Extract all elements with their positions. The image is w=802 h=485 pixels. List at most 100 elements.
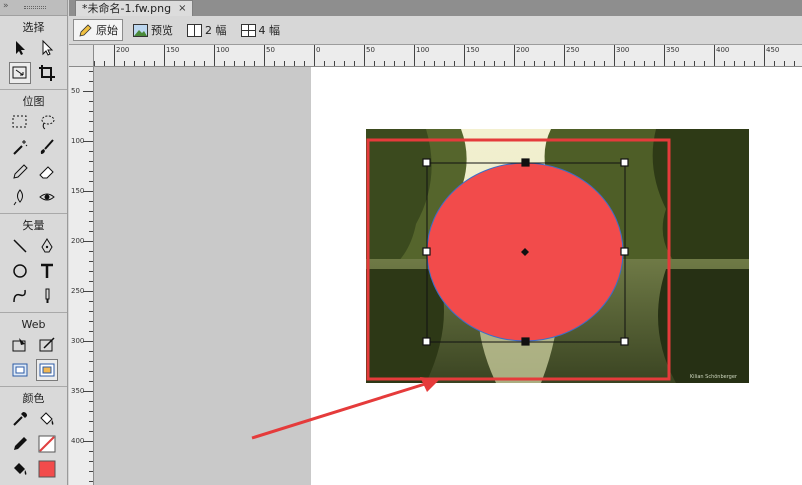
four-up-view-label: 4 幅	[258, 24, 281, 37]
ruler-minor-tick	[254, 61, 255, 66]
ruler-minor-tick	[274, 61, 275, 66]
preview-view-button[interactable]: 预览	[129, 19, 177, 41]
subselection-tool[interactable]	[36, 37, 58, 59]
ruler-minor-tick	[664, 45, 665, 66]
ruler-minor-tick	[244, 61, 245, 66]
scale-tool[interactable]	[8, 61, 31, 84]
lasso-tool[interactable]	[36, 111, 58, 133]
ruler-minor-tick	[284, 61, 285, 66]
hide-hotspots-button[interactable]	[9, 359, 31, 381]
document-tab-bar: *未命名-1.fw.png ×	[69, 0, 802, 16]
ruler-minor-tick	[89, 71, 93, 72]
ruler-minor-tick	[684, 61, 685, 66]
section-vector-label: 矢量	[22, 219, 45, 232]
ruler-minor-tick	[594, 61, 595, 66]
stroke-color-tool[interactable]	[9, 433, 31, 455]
brush-tool[interactable]	[36, 136, 58, 158]
ruler-minor-tick	[764, 45, 765, 66]
ruler-minor-tick	[124, 61, 125, 66]
pencil-tool[interactable]	[9, 161, 31, 183]
collapse-arrows-icon[interactable]: »	[3, 1, 9, 11]
slice-tool[interactable]	[36, 334, 58, 356]
ruler-minor-tick	[674, 61, 675, 66]
ruler-minor-tick	[104, 61, 105, 66]
ruler-minor-tick	[89, 351, 93, 352]
forest-lake-image	[366, 129, 749, 383]
ruler-minor-tick	[744, 61, 745, 66]
ruler-minor-tick	[83, 241, 93, 242]
forest-lake-photo[interactable]: Kilian Schönberger	[366, 129, 749, 383]
grip-icon	[24, 6, 46, 9]
pen-tool[interactable]	[36, 235, 58, 257]
subselect-icon	[42, 39, 54, 56]
ruler-minor-tick	[504, 61, 505, 66]
ruler-minor-tick	[434, 61, 435, 66]
ellipse-icon	[13, 263, 27, 278]
original-view-button[interactable]: 原始	[73, 19, 123, 41]
line-tool[interactable]	[9, 235, 31, 257]
ruler-minor-tick	[89, 461, 93, 462]
knife-tool[interactable]	[36, 285, 58, 307]
two-up-icon	[187, 23, 202, 37]
hotspot-tool[interactable]	[9, 334, 31, 356]
section-select-label: 选择	[22, 21, 45, 34]
ruler-label: 450	[766, 46, 780, 54]
ruler-minor-tick	[574, 61, 575, 66]
eyedropper-tool[interactable]	[9, 408, 31, 430]
fill-color-swatch[interactable]	[36, 458, 58, 480]
ruler-minor-tick	[89, 131, 93, 132]
ruler-minor-tick	[464, 45, 465, 66]
stroke-color-swatch[interactable]	[36, 433, 58, 455]
blur-tool[interactable]	[9, 186, 31, 208]
ruler-label: 200	[116, 46, 130, 54]
magic-wand-tool[interactable]	[9, 136, 31, 158]
two-up-view-button[interactable]: 2 幅	[183, 19, 231, 41]
ruler-minor-tick	[604, 61, 605, 66]
ruler-minor-tick	[89, 231, 93, 232]
ruler-minor-tick	[89, 451, 93, 452]
eraser-tool[interactable]	[36, 161, 58, 183]
ruler-label: 150	[166, 46, 180, 54]
marquee-tool[interactable]	[9, 111, 31, 133]
ruler-minor-tick	[484, 61, 485, 66]
ruler-minor-tick	[89, 481, 93, 482]
horizontal-ruler: 200 150 100 50 0 50 100 150 200 250 300 350 400 450	[94, 45, 802, 67]
tools-panel-grip[interactable]: »	[0, 0, 67, 16]
ruler-label: 150	[71, 187, 85, 195]
show-hotspots-button[interactable]	[36, 358, 59, 381]
ruler-label: 50	[366, 46, 375, 54]
ruler-minor-tick	[89, 271, 93, 272]
ruler-minor-tick	[354, 61, 355, 66]
ruler-minor-tick	[89, 321, 93, 322]
ruler-minor-tick	[424, 61, 425, 66]
pencil-icon	[79, 23, 92, 37]
ruler-minor-tick	[83, 291, 93, 292]
ruler-minor-tick	[89, 111, 93, 112]
red-eye-tool[interactable]	[36, 186, 58, 208]
ruler-minor-tick	[174, 61, 175, 66]
ruler-minor-tick	[89, 211, 93, 212]
freeform-tool[interactable]	[9, 285, 31, 307]
fill-color-tool[interactable]	[9, 458, 31, 480]
ruler-label: 0	[316, 46, 321, 54]
ellipse-tool[interactable]	[9, 260, 31, 282]
ruler-minor-tick	[344, 61, 345, 66]
ruler-minor-tick	[204, 61, 205, 66]
crop-tool[interactable]	[36, 62, 58, 84]
document-tab[interactable]: *未命名-1.fw.png ×	[75, 0, 194, 16]
ruler-minor-tick	[374, 61, 375, 66]
four-up-view-button[interactable]: 4 幅	[237, 19, 285, 41]
section-color-label: 颜色	[22, 392, 45, 405]
hotspot-icon	[12, 337, 26, 351]
ruler-minor-tick	[474, 61, 475, 66]
ruler-label: 350	[666, 46, 680, 54]
pointer-tool[interactable]	[9, 37, 31, 59]
ruler-minor-tick	[89, 151, 93, 152]
ruler-minor-tick	[89, 281, 93, 282]
ruler-minor-tick	[94, 61, 95, 66]
close-tab-icon[interactable]: ×	[178, 1, 186, 16]
paint-bucket-tool[interactable]	[36, 408, 58, 430]
section-bitmap-label: 位图	[22, 95, 45, 108]
ruler-label: 300	[71, 337, 85, 345]
text-tool[interactable]	[36, 260, 58, 282]
